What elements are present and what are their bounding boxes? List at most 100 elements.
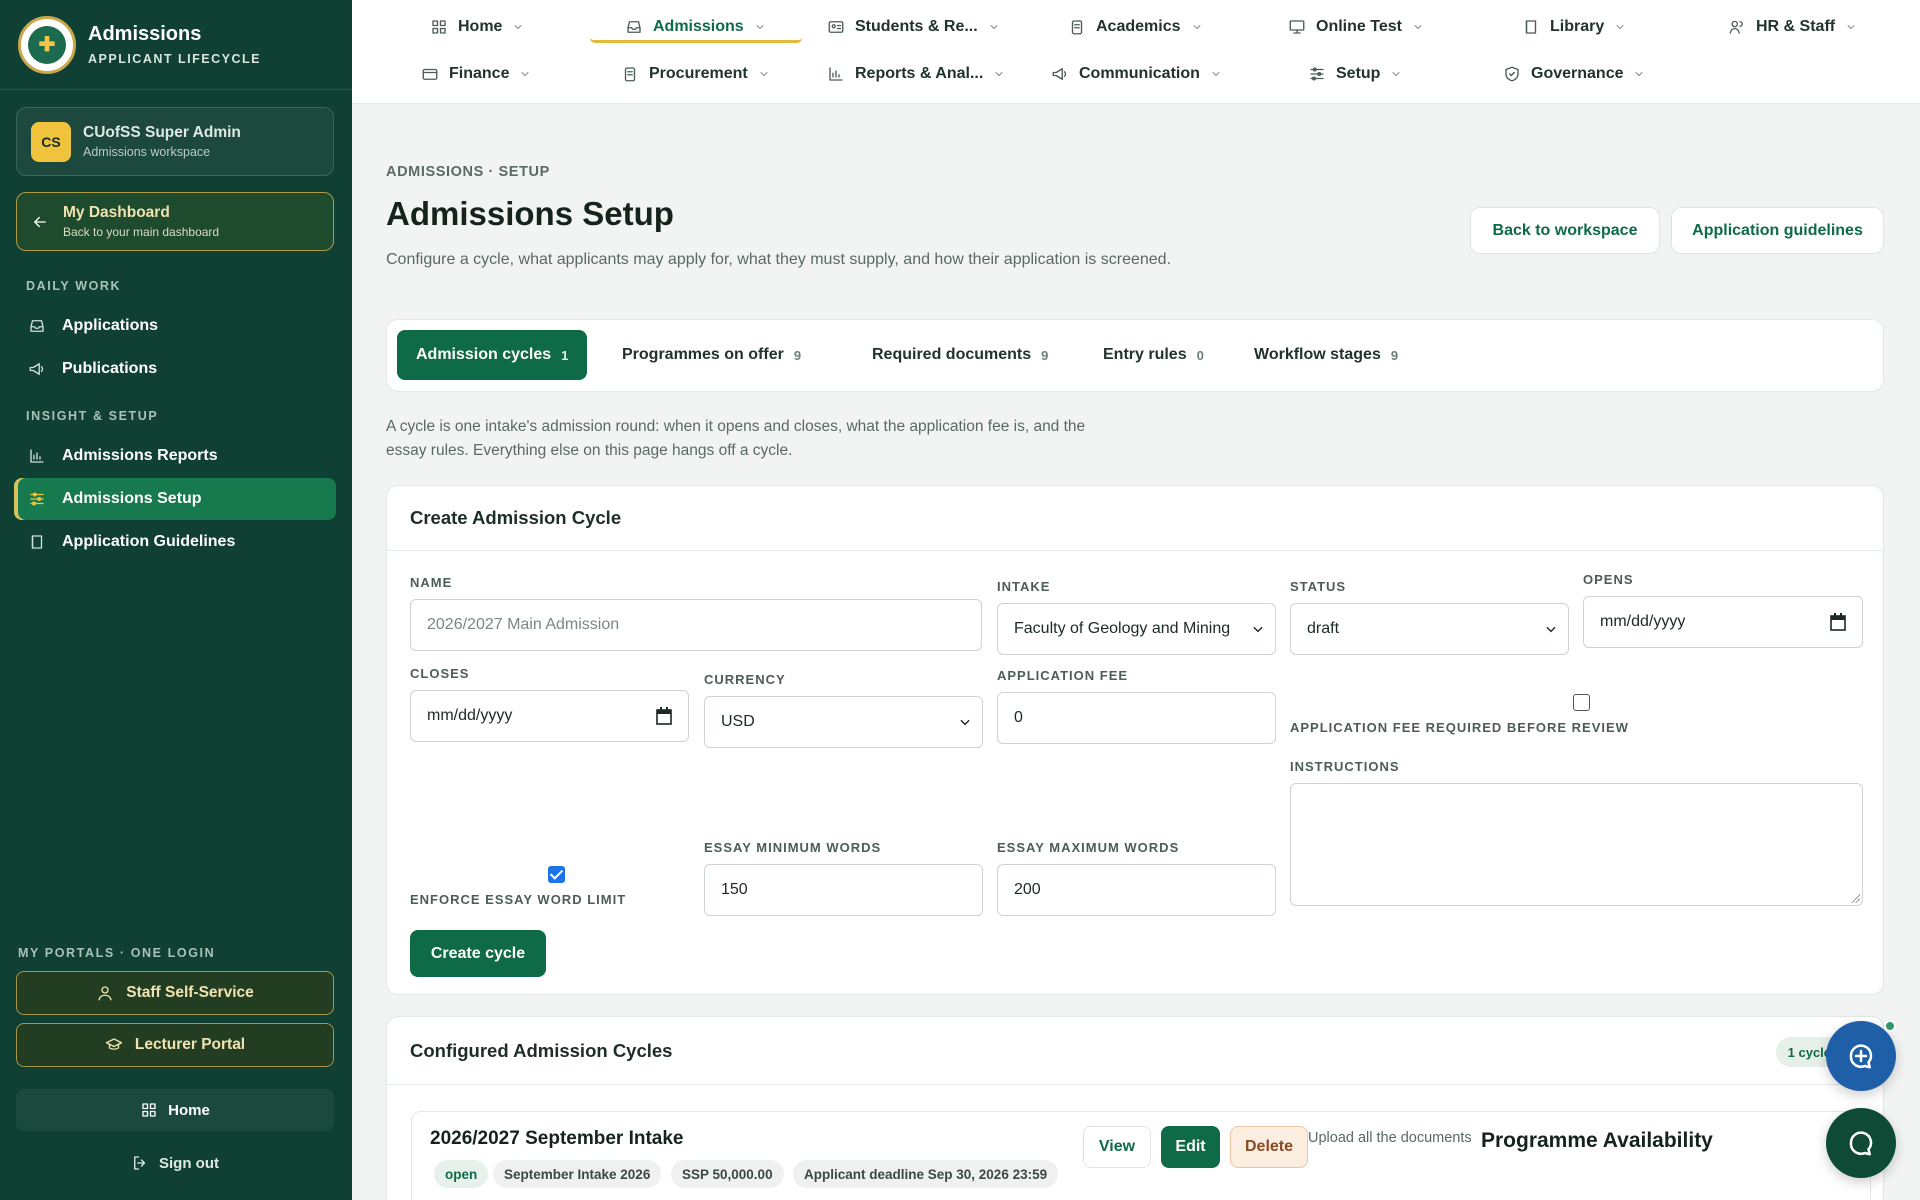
opens-value: mm/dd/yyyy bbox=[1600, 613, 1686, 630]
configured-cycles-title: Configured Admission Cycles bbox=[387, 1017, 1883, 1085]
topnav-procurement[interactable]: Procurement bbox=[621, 59, 780, 89]
chevron-down-icon bbox=[1412, 21, 1424, 33]
book-icon bbox=[28, 533, 46, 551]
essay-min-input[interactable]: 150 bbox=[704, 864, 983, 916]
chevron-down-icon bbox=[1614, 21, 1626, 33]
clipboard-icon bbox=[621, 65, 639, 83]
sliders-icon bbox=[28, 490, 46, 508]
topnav-label: Procurement bbox=[649, 65, 748, 82]
resize-handle[interactable] bbox=[1850, 893, 1860, 903]
chat-button[interactable] bbox=[1826, 1108, 1896, 1178]
sidebar-item-label: Publications bbox=[62, 360, 158, 377]
topnav-governance[interactable]: Governance bbox=[1503, 59, 1655, 89]
graduation-cap-icon bbox=[105, 1036, 123, 1054]
instructions-textarea[interactable] bbox=[1290, 783, 1863, 906]
intake-select[interactable]: Faculty of Geology and Mining bbox=[997, 603, 1276, 655]
tab-label: Entry rules bbox=[1103, 346, 1187, 363]
sign-out-icon bbox=[131, 1154, 149, 1172]
inbox-icon bbox=[625, 18, 643, 36]
sidebar-home-button[interactable]: Home bbox=[16, 1089, 334, 1131]
upload-documents-text: Upload all the documents bbox=[1308, 1130, 1472, 1146]
tab-admission-cycles[interactable]: Admission cycles 1 bbox=[397, 330, 588, 380]
topnav-label: HR & Staff bbox=[1756, 18, 1836, 35]
sidebar-item-admissions-setup[interactable]: Admissions Setup bbox=[14, 478, 336, 520]
page-description: Configure a cycle, what applicants may a… bbox=[386, 251, 1172, 268]
topnav-students[interactable]: Students & Re... bbox=[827, 12, 1010, 42]
fee-badge: SSP 50,000.00 bbox=[671, 1160, 784, 1188]
sliders-icon bbox=[1308, 65, 1326, 83]
delete-button[interactable]: Delete bbox=[1230, 1126, 1308, 1168]
currency-label: CURRENCY bbox=[704, 672, 786, 687]
calendar-icon[interactable] bbox=[656, 707, 672, 725]
chat-plus-icon bbox=[1846, 1041, 1876, 1071]
status-select[interactable]: draft bbox=[1290, 603, 1569, 655]
topnav-label: Library bbox=[1550, 18, 1605, 35]
topnav-reports[interactable]: Reports & Anal... bbox=[827, 59, 1015, 89]
topnav-setup[interactable]: Setup bbox=[1308, 59, 1412, 89]
sign-out-button[interactable]: Sign out bbox=[16, 1142, 334, 1184]
calendar-icon[interactable] bbox=[1830, 613, 1846, 631]
sign-out-label: Sign out bbox=[159, 1154, 219, 1172]
create-cycle-button[interactable]: Create cycle bbox=[410, 930, 546, 977]
closes-label: CLOSES bbox=[410, 666, 470, 681]
application-fee-input[interactable]: 0 bbox=[997, 692, 1276, 744]
topnav-communication[interactable]: Communication bbox=[1051, 59, 1232, 89]
chevron-down-icon bbox=[1390, 68, 1402, 80]
sidebar-item-admissions-reports[interactable]: Admissions Reports bbox=[14, 435, 336, 477]
chevron-down-icon bbox=[519, 68, 531, 80]
topnav-library[interactable]: Library bbox=[1522, 12, 1636, 42]
wallet-icon bbox=[421, 65, 439, 83]
application-guidelines-button[interactable]: Application guidelines bbox=[1671, 207, 1884, 254]
dashboard-subtitle: Back to your main dashboard bbox=[63, 225, 220, 239]
tab-programmes-on-offer[interactable]: Programmes on offer 9 bbox=[603, 330, 820, 380]
tab-count: 1 bbox=[561, 347, 569, 363]
section-my-portals: MY PORTALS · ONE LOGIN bbox=[18, 946, 216, 960]
deadline-badge: Applicant deadline Sep 30, 2026 23:59 bbox=[793, 1160, 1059, 1188]
tab-entry-rules[interactable]: Entry rules 0 bbox=[1084, 330, 1223, 380]
sidebar-item-application-guidelines[interactable]: Application Guidelines bbox=[14, 521, 336, 563]
lecturer-portal-button[interactable]: Lecturer Portal bbox=[16, 1023, 334, 1067]
opens-date-input[interactable]: mm/dd/yyyy bbox=[1583, 596, 1863, 648]
tab-required-documents[interactable]: Required documents 9 bbox=[853, 330, 1067, 380]
tab-workflow-stages[interactable]: Workflow stages 9 bbox=[1235, 330, 1417, 380]
back-to-workspace-button[interactable]: Back to workspace bbox=[1470, 207, 1660, 254]
topnav-label: Home bbox=[458, 18, 503, 35]
topnav-hr-staff[interactable]: HR & Staff bbox=[1728, 12, 1867, 42]
tab-label: Admission cycles bbox=[416, 346, 552, 363]
sidebar-item-applications[interactable]: Applications bbox=[14, 305, 336, 347]
chevron-down-icon bbox=[993, 68, 1005, 80]
cycle-note: A cycle is one intake's admission round:… bbox=[386, 418, 1086, 459]
currency-value: USD bbox=[721, 713, 755, 730]
closes-date-input[interactable]: mm/dd/yyyy bbox=[410, 690, 689, 742]
currency-select[interactable]: USD bbox=[704, 696, 983, 748]
fee-required-checkbox[interactable] bbox=[1573, 694, 1590, 711]
staff-self-service-button[interactable]: Staff Self-Service bbox=[16, 971, 334, 1015]
topnav-label: Academics bbox=[1096, 18, 1181, 35]
name-input[interactable]: 2026/2027 Main Admission bbox=[410, 599, 982, 651]
essay-min-label: ESSAY MINIMUM WORDS bbox=[704, 840, 882, 855]
portal-label: Staff Self-Service bbox=[126, 984, 254, 1001]
user-icon bbox=[96, 984, 114, 1002]
chevron-down-icon bbox=[512, 21, 524, 33]
enforce-essay-limit-label: ENFORCE ESSAY WORD LIMIT bbox=[410, 892, 627, 907]
chevron-down-icon bbox=[988, 21, 1000, 33]
sidebar-item-publications[interactable]: Publications bbox=[14, 348, 336, 390]
setup-tabs: Admission cycles 1 Programmes on offer 9 R… bbox=[386, 319, 1884, 392]
sidebar-item-label: Admissions Reports bbox=[62, 447, 218, 464]
tab-count: 0 bbox=[1196, 347, 1204, 363]
topnav-online-test[interactable]: Online Test bbox=[1288, 12, 1434, 42]
view-button[interactable]: View bbox=[1083, 1126, 1151, 1168]
tab-count: 9 bbox=[1041, 347, 1049, 363]
create-cycle-title: Create Admission Cycle bbox=[387, 486, 1883, 551]
enforce-essay-limit-checkbox[interactable] bbox=[548, 866, 565, 883]
user-card[interactable]: CS CUofSS Super Admin Admissions workspa… bbox=[16, 107, 334, 176]
topnav-finance[interactable]: Finance bbox=[421, 59, 541, 89]
essay-max-input[interactable]: 200 bbox=[997, 864, 1276, 916]
topnav-home[interactable]: Home bbox=[430, 12, 534, 42]
my-dashboard-link[interactable]: My Dashboard Back to your main dashboard bbox=[16, 192, 334, 251]
topnav-academics[interactable]: Academics bbox=[1068, 12, 1213, 42]
dashboard-title: My Dashboard bbox=[63, 204, 170, 221]
intake-badge: September Intake 2026 bbox=[493, 1160, 662, 1188]
ai-assistant-button[interactable] bbox=[1826, 1021, 1896, 1091]
edit-button[interactable]: Edit bbox=[1161, 1126, 1220, 1168]
